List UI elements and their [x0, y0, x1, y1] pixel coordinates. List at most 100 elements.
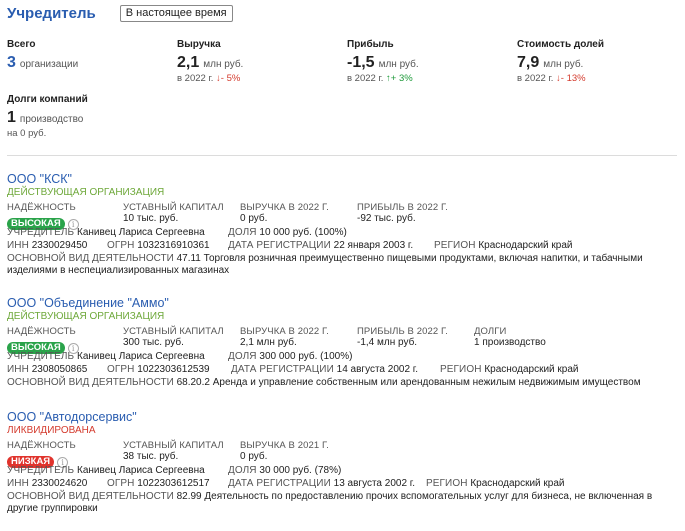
reg-date-value: 22 января 2003 г.	[333, 239, 414, 251]
stat-profit-year: в 2022 г.	[347, 73, 384, 84]
org-card: ООО "Автодорсервис" ЛИКВИДИРОВАНА НАДЁЖН…	[7, 410, 677, 514]
ogrn-value: 1022303612517	[137, 477, 210, 489]
stat-revenue-value: 2,1	[177, 54, 200, 71]
reg-date-value: 14 августа 2002 г.	[336, 363, 419, 375]
revenue-value: 0 руб.	[240, 451, 268, 462]
ogrn-value: 1022303612539	[137, 363, 210, 375]
stat-revenue: Выручка 2,1 млн руб. в 2022 г. ↓- 5%	[177, 39, 243, 85]
stat-debts: Долги компаний 1 производство на 0 руб.	[7, 94, 88, 140]
region-value: Краснодарский край	[478, 239, 573, 251]
ogrn-label: ОГРН	[107, 477, 135, 489]
founder-link[interactable]: Канивец Лариса Сергеевна	[77, 465, 205, 476]
share-value: 10 000 руб. (100%)	[259, 227, 347, 238]
reliability-label: НАДЁЖНОСТЬ	[7, 202, 76, 213]
activity-value: 68.20.2 Аренда и управление собственным …	[176, 377, 641, 388]
reg-date-label: ДАТА РЕГИСТРАЦИИ	[231, 363, 334, 375]
revenue-label: ВЫРУЧКА В 2022 Г.	[240, 326, 329, 337]
org-name-link[interactable]: ООО "Автодорсервис"	[7, 410, 677, 425]
stat-debts-label: Долги компаний	[7, 94, 88, 105]
inn-value: 2308050865	[31, 363, 88, 375]
capital-value: 10 тыс. руб.	[123, 213, 179, 224]
capital-value: 38 тыс. руб.	[123, 451, 179, 462]
period-filter-button[interactable]: В настоящее время	[119, 5, 233, 22]
inn-value: 2330024620	[31, 477, 88, 489]
org-status: ДЕЙСТВУЮЩАЯ ОРГАНИЗАЦИЯ	[7, 187, 165, 198]
stat-shares-year: в 2022 г.	[517, 73, 554, 84]
inn-label: ИНН	[7, 239, 29, 251]
profit-label: ПРИБЫЛЬ В 2022 Г.	[357, 202, 448, 213]
divider	[7, 155, 677, 156]
stat-profit-unit: млн руб.	[378, 59, 419, 70]
org-status: ЛИКВИДИРОВАНА	[7, 425, 96, 436]
ogrn-value: 1032316910361	[137, 239, 210, 251]
inn-label: ИНН	[7, 477, 29, 489]
revenue-value: 0 руб.	[240, 213, 268, 224]
profit-value: -1,4 млн руб.	[357, 337, 418, 348]
reg-date-label: ДАТА РЕГИСТРАЦИИ	[228, 477, 331, 489]
org-name-link[interactable]: ООО "КСК"	[7, 172, 677, 187]
capital-label: УСТАВНЫЙ КАПИТАЛ	[123, 440, 224, 451]
founder-link[interactable]: Канивец Лариса Сергеевна	[77, 351, 205, 362]
stat-shares-delta: - 13%	[560, 73, 586, 84]
stat-revenue-year: в 2022 г.	[177, 73, 214, 84]
page-title: Учредитель	[7, 5, 96, 22]
stat-total-value[interactable]: 3	[7, 54, 16, 72]
reliability-label: НАДЁЖНОСТЬ	[7, 326, 76, 337]
region-label: РЕГИОН	[426, 477, 468, 489]
share-value: 300 000 руб. (100%)	[259, 351, 353, 362]
share-value: 30 000 руб. (78%)	[259, 465, 342, 476]
share-label: ДОЛЯ	[228, 351, 257, 362]
region-label: РЕГИОН	[440, 363, 482, 375]
page-header: Учредитель В настоящее время	[7, 5, 233, 22]
stat-revenue-label: Выручка	[177, 39, 221, 50]
stat-shares: Стоимость долей 7,9 млн руб. в 2022 г. ↓…	[517, 39, 604, 85]
reg-date-label: ДАТА РЕГИСТРАЦИИ	[228, 239, 331, 251]
stat-debts-unit: производство	[19, 114, 84, 125]
stat-profit-value: -1,5	[347, 54, 375, 71]
capital-label: УСТАВНЫЙ КАПИТАЛ	[123, 326, 224, 337]
profit-label: ПРИБЫЛЬ В 2022 Г.	[357, 326, 448, 337]
org-status: ДЕЙСТВУЮЩАЯ ОРГАНИЗАЦИЯ	[7, 311, 165, 322]
founder-label: УЧРЕДИТЕЛЬ	[7, 351, 75, 362]
region-value: Краснодарский край	[484, 363, 579, 375]
revenue-label: ВЫРУЧКА В 2021 Г.	[240, 440, 329, 451]
founder-label: УЧРЕДИТЕЛЬ	[7, 465, 75, 476]
reg-date-value: 13 августа 2002 г.	[333, 477, 416, 489]
debts-label: ДОЛГИ	[474, 326, 507, 337]
activity-label: ОСНОВНОЙ ВИД ДЕЯТЕЛЬНОСТИ	[7, 377, 174, 388]
stat-total: Всего 3 организации	[7, 39, 78, 72]
inn-label: ИНН	[7, 363, 29, 375]
stat-debts-value[interactable]: 1	[7, 109, 16, 127]
stat-shares-value: 7,9	[517, 54, 540, 71]
stat-shares-unit: млн руб.	[543, 59, 584, 70]
share-label: ДОЛЯ	[228, 465, 257, 476]
revenue-value: 2,1 млн руб.	[240, 337, 297, 348]
capital-label: УСТАВНЫЙ КАПИТАЛ	[123, 202, 224, 213]
founder-link[interactable]: Канивец Лариса Сергеевна	[77, 227, 205, 238]
inn-value: 2330029450	[31, 239, 88, 251]
founder-label: УЧРЕДИТЕЛЬ	[7, 227, 75, 238]
stat-profit: Прибыль -1,5 млн руб. в 2022 г. ↑+ 3%	[347, 39, 419, 85]
stat-total-label: Всего	[7, 39, 36, 50]
stat-total-unit: организации	[19, 59, 79, 70]
ogrn-label: ОГРН	[107, 239, 135, 251]
org-name-link[interactable]: ООО "Объединение "Аммо"	[7, 296, 677, 311]
activity-label: ОСНОВНОЙ ВИД ДЕЯТЕЛЬНОСТИ	[7, 253, 174, 264]
capital-value: 300 тыс. руб.	[123, 337, 184, 348]
share-label: ДОЛЯ	[228, 227, 257, 238]
stat-revenue-delta: - 5%	[220, 73, 241, 84]
ogrn-label: ОГРН	[107, 363, 135, 375]
org-card: ООО "КСК" ДЕЙСТВУЮЩАЯ ОРГАНИЗАЦИЯ НАДЁЖН…	[7, 172, 677, 276]
stat-profit-label: Прибыль	[347, 39, 394, 50]
stat-revenue-unit: млн руб.	[203, 59, 244, 70]
region-label: РЕГИОН	[434, 239, 476, 251]
stat-debts-sub: на 0 руб.	[7, 128, 47, 139]
reliability-label: НАДЁЖНОСТЬ	[7, 440, 76, 451]
profit-value: -92 тыс. руб.	[357, 213, 416, 224]
org-card: ООО "Объединение "Аммо" ДЕЙСТВУЮЩАЯ ОРГА…	[7, 296, 677, 389]
stat-profit-delta: + 3%	[390, 73, 413, 84]
region-value: Краснодарский край	[470, 477, 565, 489]
revenue-label: ВЫРУЧКА В 2022 Г.	[240, 202, 329, 213]
debts-value[interactable]: 1 производство	[474, 337, 546, 349]
stat-shares-label: Стоимость долей	[517, 39, 605, 50]
